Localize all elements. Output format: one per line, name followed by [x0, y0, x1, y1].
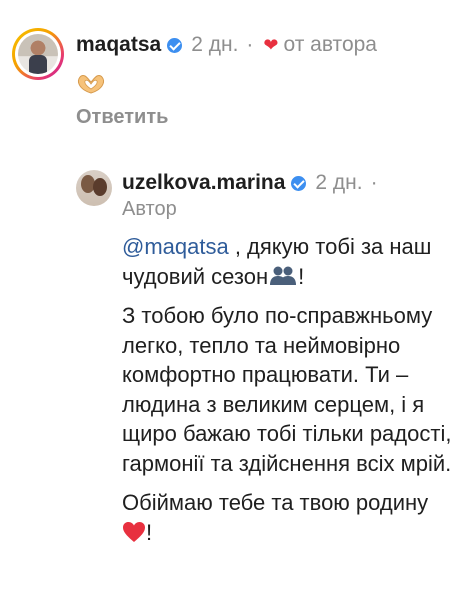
red-heart-emoji: [123, 521, 145, 542]
heart-hands-emoji: [78, 75, 104, 94]
story-ring-avatar[interactable]: [12, 28, 64, 80]
verified-badge-icon: [291, 175, 307, 191]
reply-paragraph-2: З тобою було по-справжньому легко, тепло…: [122, 303, 452, 476]
mention-link[interactable]: @maqatsa: [122, 234, 229, 259]
reply-paragraph-1: @maqatsa , дякую тобі за наш чудовий сез…: [122, 232, 452, 291]
avatar-photo: [18, 34, 58, 74]
reply-body: @maqatsa , дякую тобі за наш чудовий сез…: [122, 232, 452, 557]
verified-badge-icon: [167, 37, 183, 53]
liked-by-author-label: от автора: [283, 33, 377, 56]
reply-paragraph-3-end: !: [146, 519, 153, 545]
username[interactable]: maqatsa: [76, 33, 161, 57]
reply-paragraph-3-text: Обіймаю тебе та твою родину: [122, 490, 429, 515]
reply-avatar[interactable]: [76, 170, 112, 206]
author-tag: Автор: [122, 198, 177, 220]
comment-header: maqatsa 2 дн. · ❤ от автора: [76, 32, 377, 58]
separator-dot: ·: [246, 33, 254, 56]
heart-icon: ❤: [263, 34, 279, 55]
people-silhouette-emoji: [270, 266, 297, 285]
reply-paragraph-3: Обіймаю тебе та твою родину !: [122, 488, 452, 547]
comment-time: 2 дн.: [191, 33, 239, 56]
reply-header: uzelkova.marina 2 дн. ·: [122, 171, 378, 195]
reply-username[interactable]: uzelkova.marina: [122, 171, 285, 195]
reply-time: 2 дн.: [315, 171, 363, 194]
reply-button[interactable]: Ответить: [76, 106, 168, 129]
reply-line1-end: !: [298, 263, 305, 289]
separator-dot: ·: [370, 171, 378, 194]
avatar-inner: [15, 31, 61, 77]
